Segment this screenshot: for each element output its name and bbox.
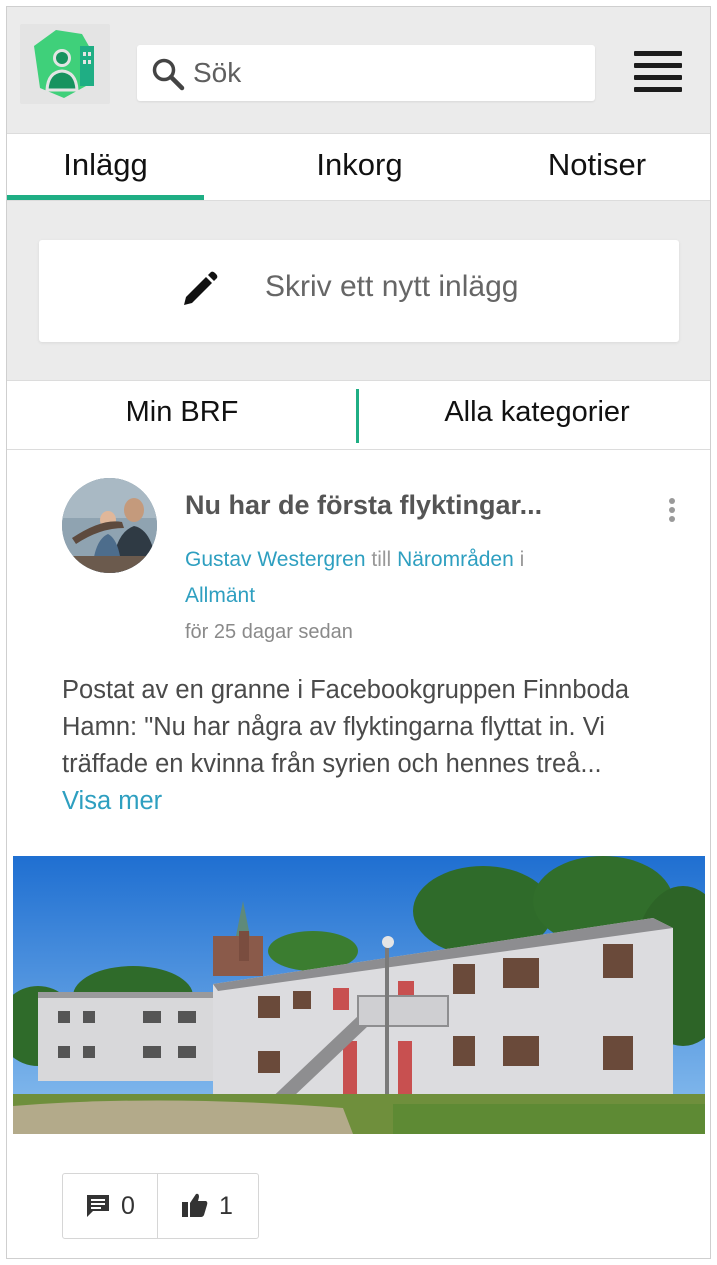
post-meta: Gustav Westergren till Närområden i Allm… <box>185 542 605 650</box>
comment-button[interactable]: 0 <box>63 1174 158 1238</box>
post-card: Nu har de första flyktingar... Gustav We… <box>7 450 710 1258</box>
meta-in-word: i <box>519 548 525 571</box>
new-post-label: Skriv ett nytt inlägg <box>265 270 519 303</box>
post-actions: 0 1 <box>62 1173 259 1239</box>
like-count: 1 <box>219 1192 233 1220</box>
post-body-text: Postat av en granne i Facebookgruppen Fi… <box>62 676 630 778</box>
tab-bar: Inlägg Inkorg Notiser <box>7 133 710 201</box>
pencil-icon <box>184 271 218 305</box>
search-input[interactable] <box>193 45 583 101</box>
thumbs-up-icon <box>182 1193 208 1217</box>
avatar[interactable] <box>62 478 157 573</box>
app-logo-icon <box>34 30 94 98</box>
show-more-link[interactable]: Visa mer <box>62 783 672 820</box>
avatar-photo <box>62 478 157 573</box>
menu-icon <box>634 51 682 92</box>
tab-label: Inkorg <box>316 147 403 182</box>
tab-inlagg[interactable]: Inlägg <box>7 134 204 200</box>
more-vertical-icon <box>667 498 677 522</box>
post-image[interactable] <box>13 856 705 1134</box>
tab-inkorg[interactable]: Inkorg <box>237 134 482 200</box>
app-logo[interactable] <box>20 24 110 104</box>
new-post-button[interactable]: Skriv ett nytt inlägg <box>39 240 679 342</box>
author-link[interactable]: Gustav Westergren <box>185 548 366 571</box>
category-link[interactable]: Allmänt <box>185 584 255 607</box>
comment-icon <box>87 1195 109 1217</box>
like-button[interactable]: 1 <box>159 1174 258 1238</box>
search-box <box>137 45 595 101</box>
top-bar <box>7 7 710 133</box>
post-menu-button[interactable] <box>667 498 677 526</box>
meta-to-word: till <box>371 548 392 571</box>
filter-min-brf[interactable]: Min BRF <box>7 381 357 449</box>
filter-divider <box>356 389 359 443</box>
post-photo <box>13 856 705 1134</box>
tab-label: Notiser <box>547 147 647 182</box>
menu-button[interactable] <box>634 51 682 95</box>
post-body: Postat av en granne i Facebookgruppen Fi… <box>62 672 672 820</box>
active-tab-indicator <box>7 195 204 200</box>
comment-count: 0 <box>121 1192 135 1220</box>
search-icon <box>152 58 185 91</box>
filter-bar: Min BRF Alla kategorier <box>7 380 710 450</box>
area-link[interactable]: Närområden <box>397 548 514 571</box>
post-time: för 25 dagar sedan <box>185 621 353 643</box>
app-frame: Inlägg Inkorg Notiser Skriv ett nytt inl… <box>6 6 711 1259</box>
tab-label: Inlägg <box>63 147 148 182</box>
post-title[interactable]: Nu har de första flyktingar... <box>185 490 542 521</box>
filter-all-categories[interactable]: Alla kategorier <box>363 381 710 449</box>
tab-notiser[interactable]: Notiser <box>497 134 697 200</box>
